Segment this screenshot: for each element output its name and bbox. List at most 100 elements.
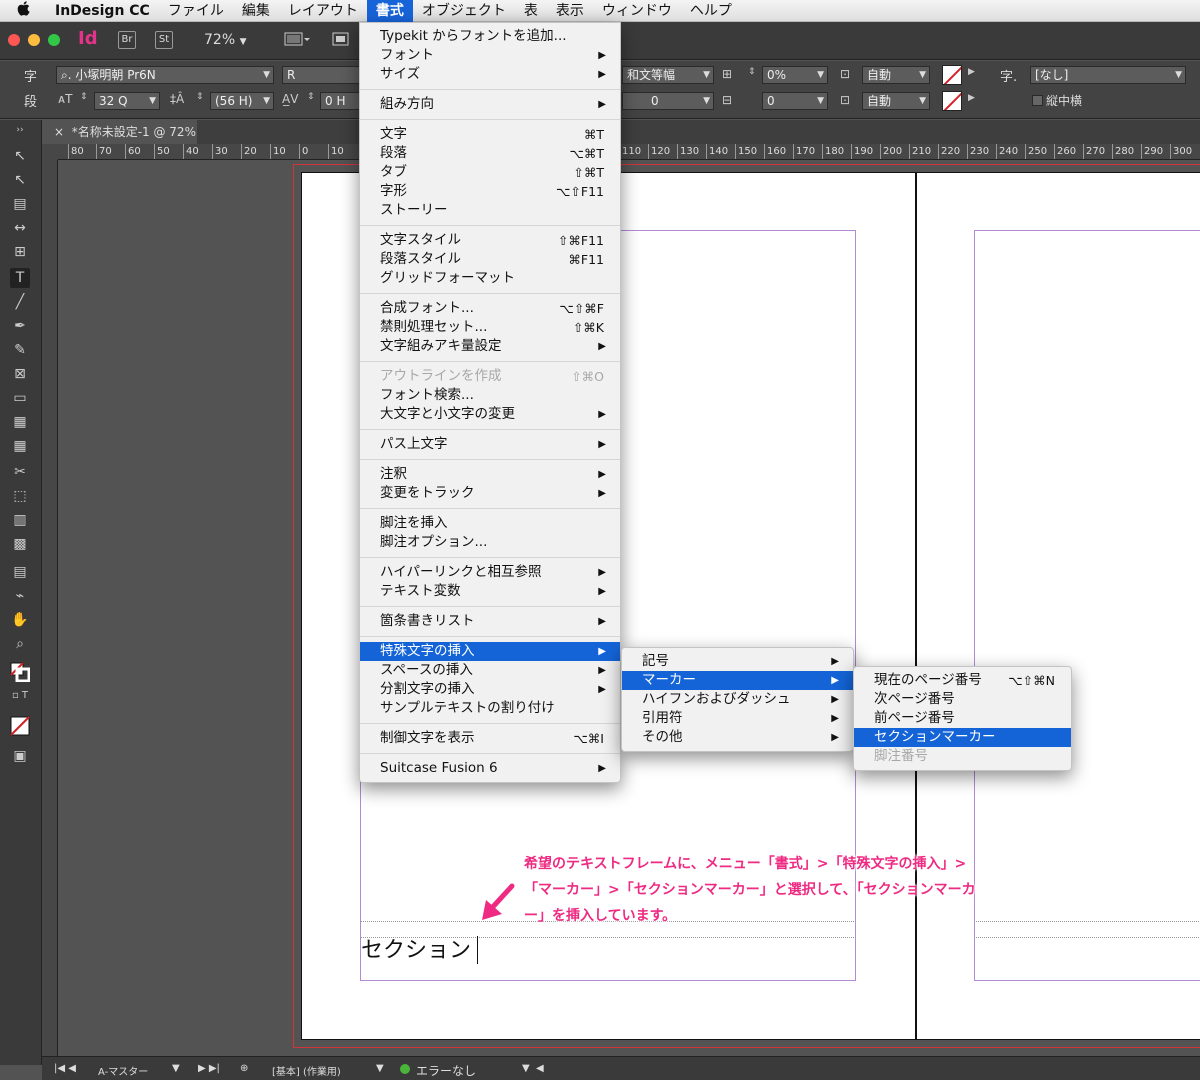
screen-mode-icon[interactable] [332, 31, 356, 49]
type-menu-item-38[interactable]: スペースの挿入 ▶ [360, 661, 620, 680]
marker-menu-item-0[interactable]: 現在のページ番号 ⌥⇧⌘N [854, 671, 1071, 690]
frame-grid-tool-icon[interactable]: ▦ [10, 436, 30, 456]
special-menu-item-1[interactable]: マーカー ▶ [622, 671, 853, 690]
rectangle-tool-icon[interactable]: ▭ [10, 388, 30, 408]
fill-color-swatch[interactable] [942, 65, 962, 85]
preflight-profile[interactable]: [基本] (作業用) [272, 1063, 341, 1078]
open-page-icon[interactable]: ⊕ [240, 1063, 248, 1074]
horizontal-ruler[interactable]: 80 70 60 50 40 30 20 10 0 10 110 120 130… [58, 144, 1200, 160]
font-style-field[interactable]: R [282, 66, 360, 84]
menu-window[interactable]: ウィンドウ [593, 0, 681, 22]
screen-mode-icon[interactable]: ▣ [10, 746, 30, 766]
menu-type[interactable]: 書式 [366, 0, 413, 22]
free-transform-tool-icon[interactable]: ⬚ [10, 486, 30, 506]
stepper-icon[interactable]: ⇕ [748, 67, 756, 77]
auto-field-1[interactable]: 自動 ▼ [862, 66, 930, 84]
type-menu-item-0[interactable]: Typekit からフォントを追加... [360, 27, 620, 46]
type-menu-item-24[interactable]: パス上文字 ▶ [360, 435, 620, 454]
menu-app-indesign[interactable]: InDesign CC [46, 0, 159, 22]
minimize-window-button[interactable] [28, 34, 40, 46]
bridge-button[interactable]: Br [118, 31, 136, 49]
chevron-right-icon[interactable]: ▶ [968, 67, 975, 77]
type-menu-item-39[interactable]: 分割文字の挿入 ▶ [360, 680, 620, 699]
menu-edit[interactable]: 編集 [233, 0, 279, 22]
auto-field-2[interactable]: 自動 ▼ [862, 92, 930, 110]
eyedropper-tool-icon[interactable]: ⌁ [10, 586, 30, 606]
page-tool-icon[interactable]: ▤ [10, 194, 30, 214]
chevron-right-icon[interactable]: ▶ [968, 93, 975, 103]
type-menu-item-29[interactable]: 脚注を挿入 [360, 514, 620, 533]
hand-tool-icon[interactable]: ✋ [10, 610, 30, 630]
type-menu-item-30[interactable]: 脚注オプション... [360, 533, 620, 552]
close-tab-icon[interactable]: × [54, 125, 64, 139]
baseline-shift-field[interactable]: 0 ▼ [622, 92, 714, 110]
marker-menu-item-2[interactable]: 前ページ番号 [854, 709, 1071, 728]
scissors-tool-icon[interactable]: ✂ [10, 462, 30, 482]
special-menu-item-2[interactable]: ハイフンおよびダッシュ ▶ [622, 690, 853, 709]
zoom-level-dropdown[interactable]: 72% ▼ [204, 32, 247, 48]
zoom-tool-icon[interactable]: ⌕ [10, 634, 30, 654]
menu-file[interactable]: ファイル [159, 0, 233, 22]
tatechuyoko-checkbox[interactable] [1032, 95, 1043, 106]
stepper-icon[interactable]: ⇕ [307, 92, 315, 102]
chevron-down-icon[interactable]: ▼ [522, 1063, 530, 1074]
panel-collapse-icon[interactable]: ›› [10, 120, 30, 140]
pencil-tool-icon[interactable]: ✎ [10, 340, 30, 360]
type-menu-item-2[interactable]: サイズ ▶ [360, 65, 620, 84]
page-selector[interactable]: A-マスター [98, 1063, 148, 1078]
special-menu-item-3[interactable]: 引用符 ▶ [622, 709, 853, 728]
chevron-down-icon[interactable]: ▼ [376, 1063, 384, 1074]
type-menu-item-12[interactable]: 文字スタイル ⇧⌘F11 [360, 231, 620, 250]
type-menu-item-16[interactable]: 合成フォント... ⌥⇧⌘F [360, 299, 620, 318]
aki-field[interactable]: 和文等幅 ▼ [622, 66, 714, 84]
line-tool-icon[interactable]: ╱ [10, 292, 30, 312]
close-window-button[interactable] [8, 34, 20, 46]
marker-menu-item-1[interactable]: 次ページ番号 [854, 690, 1071, 709]
type-menu-item-14[interactable]: グリッドフォーマット [360, 269, 620, 288]
type-menu-item-22[interactable]: 大文字と小文字の変更 ▶ [360, 405, 620, 424]
type-menu-item-42[interactable]: 制御文字を表示 ⌥⌘I [360, 729, 620, 748]
type-menu-item-1[interactable]: フォント ▶ [360, 46, 620, 65]
gradient-feather-tool-icon[interactable]: ▩ [10, 534, 30, 554]
type-menu-item-44[interactable]: Suitcase Fusion 6 ▶ [360, 759, 620, 778]
font-family-field[interactable]: ⌕. 小塚明朝 Pr6N ▼ [56, 66, 274, 84]
type-menu-item-27[interactable]: 変更をトラック ▶ [360, 484, 620, 503]
stepper-icon[interactable]: ⇕ [196, 92, 204, 102]
tsume-field[interactable]: 0% ▼ [762, 66, 828, 84]
special-menu-item-4[interactable]: その他 ▶ [622, 728, 853, 747]
menu-table[interactable]: 表 [515, 0, 547, 22]
formatting-affects-container-icon[interactable]: ▫ T [10, 686, 30, 706]
type-menu-item-6[interactable]: 文字 ⌘T [360, 125, 620, 144]
type-menu-item-8[interactable]: タブ ⇧⌘T [360, 163, 620, 182]
stock-button[interactable]: St [155, 31, 173, 49]
menu-object[interactable]: オブジェクト [413, 0, 515, 22]
stroke-color-swatch[interactable] [942, 91, 962, 111]
grid-tool-icon[interactable]: ▦ [10, 412, 30, 432]
rectangle-frame-tool-icon[interactable]: ⊠ [10, 364, 30, 384]
note-tool-icon[interactable]: ▤ [10, 562, 30, 582]
type-tool-icon[interactable]: T [10, 268, 30, 288]
menu-view[interactable]: 表示 [547, 0, 593, 22]
type-menu-item-32[interactable]: ハイパーリンクと相互参照 ▶ [360, 563, 620, 582]
vertical-ruler[interactable] [42, 160, 58, 1065]
apple-icon[interactable] [0, 1, 46, 20]
menu-layout[interactable]: レイアウト [279, 0, 367, 22]
ruler-origin[interactable] [42, 144, 58, 160]
leading-field[interactable]: (56 H) ▼ [210, 92, 274, 110]
direct-selection-tool-icon[interactable]: ↖ [10, 170, 30, 190]
type-menu-item-7[interactable]: 段落 ⌥⌘T [360, 144, 620, 163]
type-menu-item-26[interactable]: 注釈 ▶ [360, 465, 620, 484]
type-menu-item-13[interactable]: 段落スタイル ⌘F11 [360, 250, 620, 269]
first-page-icon[interactable]: |◀ ◀ [54, 1063, 76, 1074]
type-menu-item-4[interactable]: 組み方向 ▶ [360, 95, 620, 114]
gradient-swatch-tool-icon[interactable]: ▥ [10, 510, 30, 530]
gap-tool-icon[interactable]: ↔ [10, 218, 30, 238]
tracking-field[interactable]: 0 H [320, 92, 360, 110]
character-controls-toggle[interactable]: 字 [24, 66, 37, 85]
view-options-icon[interactable] [284, 31, 310, 49]
menu-help[interactable]: ヘルプ [681, 0, 741, 22]
font-size-field[interactable]: 32 Q ▼ [94, 92, 160, 110]
document-tab[interactable]: × *名称未設定-1 @ 72% [42, 120, 197, 144]
content-collector-icon[interactable]: ⊞ [10, 242, 30, 262]
marker-menu-item-3[interactable]: セクションマーカー [854, 728, 1071, 747]
